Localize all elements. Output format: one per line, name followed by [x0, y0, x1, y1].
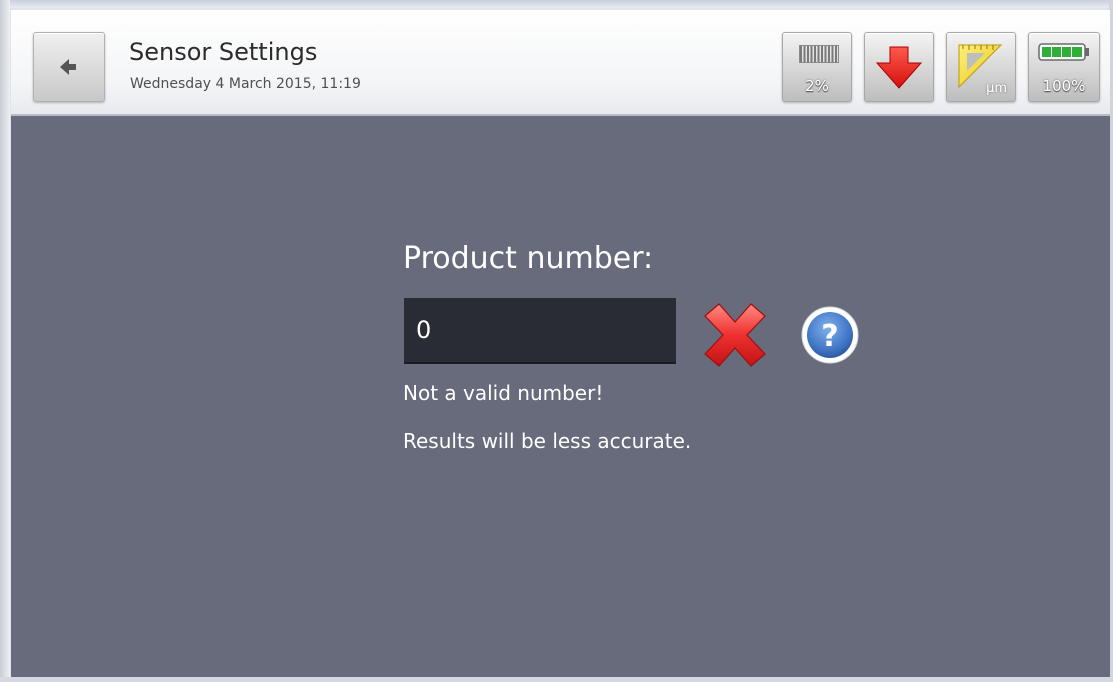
frame-bottom-edge	[0, 677, 1113, 682]
page-title: Sensor Settings	[129, 38, 318, 66]
signal-strength-icon	[799, 45, 839, 63]
unit-label: µm	[986, 81, 1007, 96]
back-arrow-icon	[60, 59, 76, 75]
date-time: Wednesday 4 March 2015, 11:19	[130, 76, 361, 92]
product-number-label: Product number:	[403, 241, 654, 276]
battery-label: 100%	[1042, 77, 1086, 95]
frame-left-edge	[0, 0, 10, 682]
product-number-input[interactable]	[404, 298, 676, 364]
frame-top-edge	[0, 0, 1113, 8]
red-x-icon[interactable]	[699, 302, 771, 368]
battery-status-button[interactable]: 100%	[1028, 32, 1100, 102]
error-message: Not a valid number!	[403, 381, 604, 405]
warning-message: Results will be less accurate.	[403, 429, 692, 453]
svg-text:?: ?	[821, 319, 838, 354]
header-bar: Sensor Settings Wednesday 4 March 2015, …	[11, 10, 1110, 116]
main-panel: Product number: ?	[11, 116, 1110, 677]
signal-status-button[interactable]: 2%	[782, 32, 852, 102]
help-question-icon[interactable]: ?	[798, 304, 862, 366]
signal-label: 2%	[805, 77, 829, 95]
unit-button[interactable]: µm	[946, 32, 1016, 102]
download-button[interactable]	[864, 32, 934, 102]
back-button[interactable]	[33, 32, 105, 102]
battery-icon	[1038, 43, 1089, 61]
red-down-arrow-icon	[875, 46, 923, 89]
window-frame: Sensor Settings Wednesday 4 March 2015, …	[0, 0, 1113, 682]
